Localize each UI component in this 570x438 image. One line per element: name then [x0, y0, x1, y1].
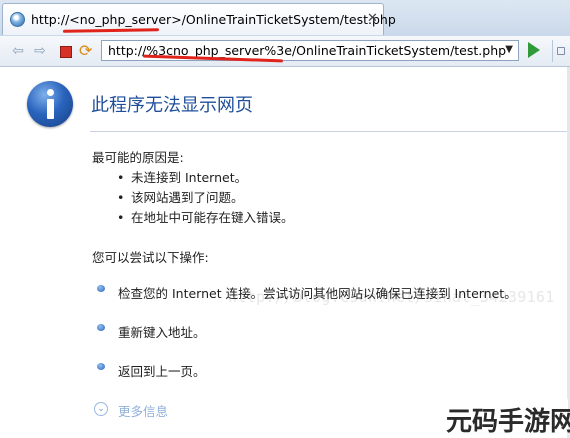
close-icon[interactable]: ✕ [367, 11, 378, 26]
browser-tab[interactable]: http://<no_php_server>/OnlineTrainTicket… [2, 3, 396, 35]
logo-text: 元码手游网 [446, 407, 570, 437]
navigation-toolbar: ⇦ ⇨ ⟳ http://%3cno_php_server%3e/OnlineT… [0, 36, 570, 67]
chevron-down-icon[interactable]: ▼ [505, 44, 513, 55]
back-arrow-icon[interactable]: ⇦ [10, 43, 26, 59]
bullet-icon [97, 324, 105, 331]
causes-heading: 最可能的原因是: [92, 150, 184, 165]
bullet-icon [97, 285, 105, 292]
suggestion-item: 重新键入地址。 [118, 325, 206, 340]
refresh-icon[interactable]: ⟳ [79, 41, 92, 60]
try-heading: 您可以尝试以下操作: [92, 250, 209, 265]
bullet-icon [97, 363, 105, 370]
info-icon [27, 81, 73, 127]
more-info-link[interactable]: 更多信息 [118, 401, 168, 420]
toolbar-menu-icon[interactable] [552, 40, 567, 62]
stop-icon[interactable] [60, 46, 72, 58]
page-title: 此程序无法显示网页 [91, 95, 253, 116]
suggestion-item: 返回到上一页。 [118, 364, 206, 379]
cause-item: • 在地址中可能存在键入错误。 [117, 210, 294, 225]
error-page: 此程序无法显示网页 最可能的原因是: • 未连接到 Internet。 • 该网站遇… [0, 67, 570, 438]
go-icon[interactable] [528, 42, 540, 58]
divider [90, 131, 568, 132]
forward-arrow-icon[interactable]: ⇨ [32, 43, 48, 59]
tab-title: http://<no_php_server>/OnlineTrainTicket… [31, 12, 396, 27]
cause-item: • 该网站遇到了问题。 [117, 190, 244, 205]
site-logo: 元码手游网 [440, 397, 570, 437]
cause-item: • 未连接到 Internet。 [117, 170, 248, 185]
suggestion-item: 检查您的 Internet 连接。尝试访问其他网站以确保已连接到 Interne… [118, 286, 517, 301]
chevron-down-icon[interactable]: ⌄ [94, 402, 108, 416]
globe-icon [10, 12, 25, 27]
